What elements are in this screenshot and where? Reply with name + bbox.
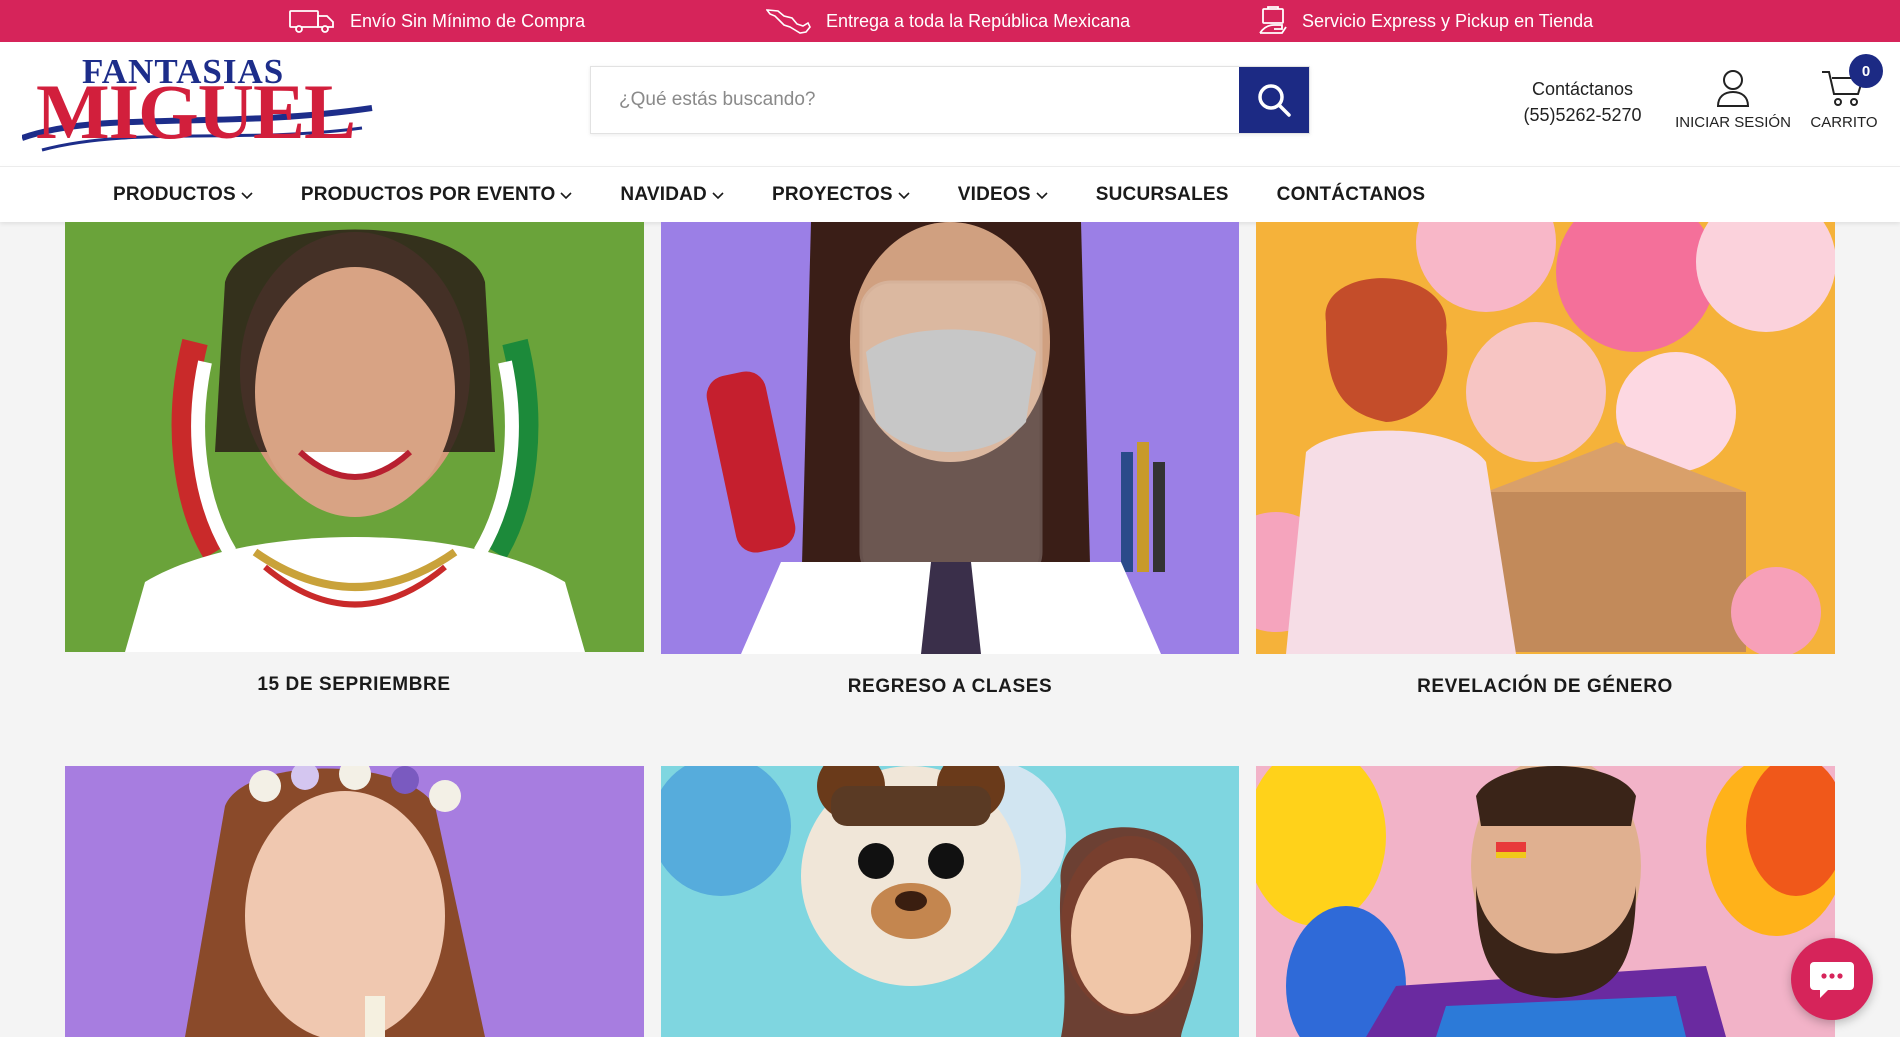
- category-image-revelacion-de-genero[interactable]: [1256, 222, 1835, 654]
- chat-button[interactable]: [1791, 938, 1873, 1020]
- category-image-regreso-a-clases[interactable]: [661, 222, 1239, 654]
- nav-item-sucursales[interactable]: SUCURSALES: [1096, 184, 1229, 206]
- search-button[interactable]: [1239, 67, 1309, 133]
- contact-label: Contáctanos: [1531, 79, 1634, 99]
- cart-icon-wrap: 0: [1820, 54, 1883, 110]
- login-label: INICIAR SESIÓN: [1675, 114, 1791, 131]
- search-bar: [590, 66, 1310, 134]
- category-illustration: [125, 229, 585, 652]
- category-image-6[interactable]: [1256, 766, 1835, 1037]
- site-header: FANTASIAS MIGUEL Contáctanos (55)5262-52…: [0, 42, 1900, 166]
- search-icon: [1258, 84, 1291, 117]
- nav-item-navidad[interactable]: NAVIDAD: [620, 184, 724, 206]
- category-illustration: [1256, 222, 1835, 654]
- nav-item-productos[interactable]: PRODUCTOS: [113, 184, 253, 206]
- store-pickup-icon: [1259, 6, 1287, 34]
- nav-label: SUCURSALES: [1095, 183, 1229, 205]
- category-image-5[interactable]: [661, 766, 1239, 1037]
- chat-icon: [1810, 962, 1854, 998]
- nav-item-contactanos[interactable]: CONTÁCTANOS: [1277, 184, 1426, 206]
- nav-label: CONTÁCTANOS: [1276, 183, 1426, 205]
- chevron-down-icon: [560, 191, 572, 199]
- nav-label: VIDEOS: [957, 183, 1031, 205]
- chevron-down-icon: [898, 191, 910, 199]
- logo-text-main: MIGUEL: [36, 68, 356, 155]
- cart-count-badge: 0: [1849, 54, 1883, 88]
- chevron-down-icon: [1036, 191, 1048, 199]
- category-illustration: [1256, 766, 1835, 1037]
- search-input[interactable]: [591, 67, 1239, 133]
- user-icon: [1716, 70, 1750, 107]
- category-label[interactable]: 15 DE SEPRIEMBRE: [65, 674, 643, 696]
- nav-item-proyectos[interactable]: PROYECTOS: [772, 184, 910, 206]
- chevron-down-icon: [241, 191, 253, 199]
- category-label[interactable]: REVELACIÓN DE GÉNERO: [1256, 676, 1834, 698]
- site-logo[interactable]: FANTASIAS MIGUEL: [22, 52, 382, 160]
- category-illustration: [185, 766, 485, 1037]
- promo-bar: Envío Sin Mínimo de Compra Entrega a tod…: [0, 0, 1900, 42]
- truck-icon: [289, 10, 334, 33]
- category-image-4[interactable]: [65, 766, 644, 1037]
- contact-phone[interactable]: (55)5262-5270: [1500, 102, 1665, 128]
- nav-label: NAVIDAD: [620, 183, 707, 205]
- category-illustration: [661, 766, 1204, 1037]
- promo-item-pickup: Servicio Express y Pickup en Tienda: [1258, 0, 1593, 42]
- cart-label: CARRITO: [1810, 114, 1878, 131]
- login-link[interactable]: INICIAR SESIÓN: [1668, 68, 1798, 131]
- mexico-map-icon: [766, 9, 811, 34]
- category-illustration: [706, 222, 1165, 654]
- contact-info[interactable]: Contáctanos (55)5262-5270: [1500, 76, 1665, 128]
- category-label[interactable]: REGRESO A CLASES: [661, 676, 1239, 698]
- nav-label: PRODUCTOS: [113, 183, 236, 205]
- promo-label: Envío Sin Mínimo de Compra: [350, 10, 586, 31]
- promo-label: Servicio Express y Pickup en Tienda: [1302, 10, 1594, 31]
- nav-label: PROYECTOS: [771, 183, 893, 205]
- nav-item-productos-por-evento[interactable]: PRODUCTOS POR EVENTO: [301, 184, 573, 206]
- main-nav: PRODUCTOS PRODUCTOS POR EVENTO NAVIDAD P…: [0, 166, 1900, 222]
- promo-label: Entrega a toda la República Mexicana: [826, 10, 1131, 31]
- chevron-down-icon: [712, 191, 724, 199]
- promo-item-delivery: Entrega a toda la República Mexicana: [766, 0, 1130, 42]
- cart-link[interactable]: 0 CARRITO: [1800, 54, 1888, 131]
- nav-label: PRODUCTOS POR EVENTO: [300, 183, 556, 205]
- nav-item-videos[interactable]: VIDEOS: [958, 184, 1048, 206]
- promo-item-shipping: Envío Sin Mínimo de Compra: [288, 0, 585, 42]
- category-image-15-septiembre[interactable]: [65, 222, 644, 652]
